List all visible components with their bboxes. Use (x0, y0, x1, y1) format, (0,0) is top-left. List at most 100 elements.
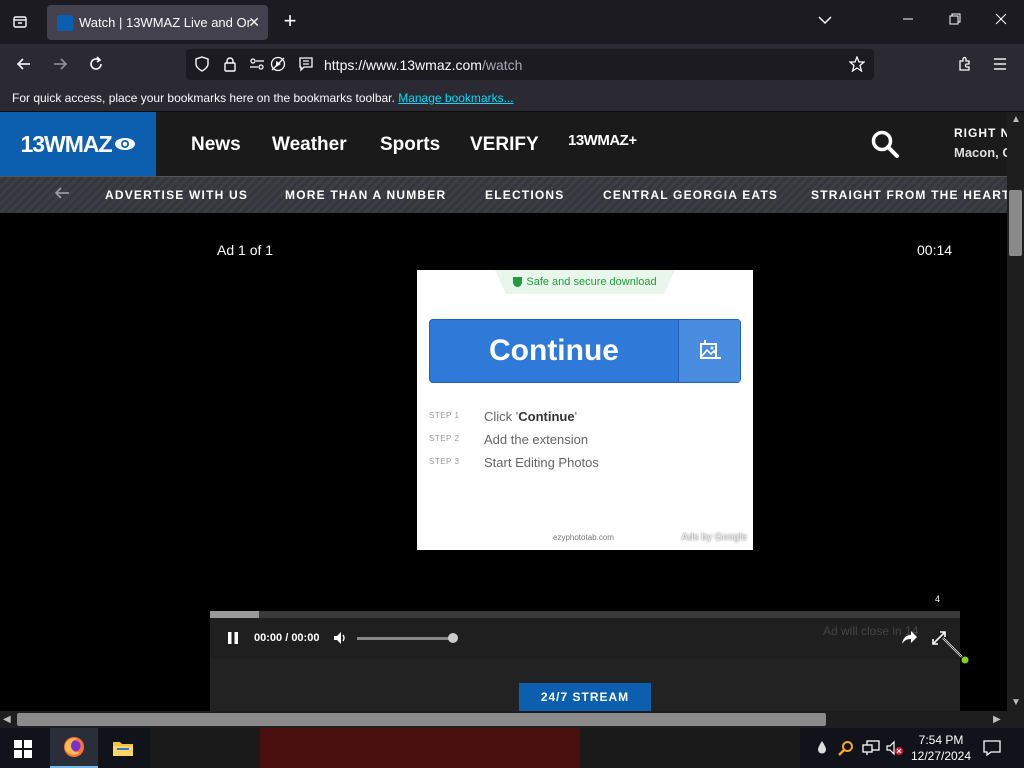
safe-download-badge: Safe and secure download (495, 270, 675, 294)
subnav-elections[interactable]: ELECTIONS (485, 188, 564, 202)
nav-weather[interactable]: Weather (272, 134, 347, 156)
bookmarks-prompt: For quick access, place your bookmarks h… (12, 91, 395, 105)
new-tab-button[interactable]: + (278, 10, 302, 34)
autoplay-blocked-icon[interactable] (270, 56, 286, 72)
site-favicon-icon (57, 14, 73, 31)
scroll-right-arrow-icon[interactable]: ▶ (993, 714, 1001, 725)
url-bar[interactable]: https://www.13wmaz.com/watch (186, 49, 874, 80)
lock-icon[interactable] (222, 56, 238, 72)
share-icon[interactable] (901, 630, 918, 650)
restore-window-button[interactable] (945, 12, 965, 28)
clock-time: 7:54 PM (918, 733, 964, 747)
reader-view-icon[interactable] (298, 56, 314, 72)
cbs-eye-icon (114, 138, 135, 150)
step-2-label: STEP 2 (429, 434, 460, 443)
step-1-text-pre: Click ' (484, 409, 519, 424)
extensions-icon[interactable] (953, 52, 977, 76)
list-all-tabs-icon[interactable] (815, 12, 835, 28)
time-total: 00:00 (291, 632, 320, 644)
progress-fill (210, 611, 259, 618)
horizontal-scrollbar[interactable]: ◀ ▶ (0, 711, 1007, 728)
subnav-central-georgia-eats[interactable]: CENTRAL GEORGIA EATS (603, 188, 778, 202)
url-path: /watch (481, 57, 523, 73)
volume-slider[interactable] (357, 637, 457, 640)
browser-tab-bar: Watch | 13WMAZ Live and On-Demand ✕ + (0, 0, 1024, 44)
ads-by-google[interactable]: Ads by Google (681, 532, 747, 543)
ad-creative[interactable]: Safe and secure download Continue STEP 1… (417, 270, 753, 550)
reload-button[interactable] (84, 52, 108, 76)
permissions-icon[interactable] (249, 56, 265, 72)
video-player[interactable]: Ad 1 of 1 00:14 Safe and secure download… (0, 213, 1007, 711)
network-icon[interactable] (862, 740, 880, 759)
taskbar-file-explorer[interactable] (99, 728, 147, 768)
progress-bar[interactable] (210, 611, 960, 618)
time-display: 00:00 / 00:00 (254, 632, 320, 644)
nav-news[interactable]: News (191, 134, 241, 156)
tracking-protection-shield-icon[interactable] (194, 56, 210, 72)
step-1-text-post: ' (574, 409, 578, 424)
player-controls: 00:00 / 00:00 Ad will close in 14 (210, 618, 970, 665)
shield-icon (513, 277, 523, 287)
url-text[interactable]: https://www.13wmaz.com/watch (324, 57, 522, 73)
taskbar-clock[interactable]: 7:54 PM 12/27/2024 (906, 732, 976, 764)
subnav-left-arrow-icon[interactable] (54, 184, 70, 205)
step-3-label: STEP 3 (429, 457, 460, 466)
taskbar-firefox[interactable] (50, 728, 98, 768)
subnav-advertise[interactable]: ADVERTISE WITH US (105, 188, 248, 202)
manage-bookmarks-link[interactable]: Manage bookmarks... (398, 91, 513, 105)
pause-icon[interactable] (226, 631, 240, 650)
windows-taskbar: 7:54 PM 12/27/2024 (0, 728, 1024, 768)
vertical-scroll-thumb[interactable] (1009, 190, 1022, 256)
step-1-label: STEP 1 (429, 411, 460, 420)
step-1-text-bold: Continue (518, 409, 575, 424)
scroll-left-arrow-icon[interactable]: ◀ (3, 714, 11, 725)
weather-right-now[interactable]: RIGHT N Macon, G (954, 126, 1013, 160)
close-window-button[interactable] (991, 12, 1011, 28)
windows-start-icon[interactable] (14, 740, 32, 758)
subnav-straight-from-the-heart[interactable]: STRAIGHT FROM THE HEART (811, 188, 1011, 202)
tray-search-icon[interactable] (838, 740, 854, 759)
scroll-up-arrow-icon[interactable]: ▲ (1011, 114, 1021, 125)
tab-list-icon[interactable] (6, 8, 34, 36)
below-player-area: 24/7 STREAM (210, 659, 960, 711)
app-menu-icon[interactable] (988, 52, 1012, 76)
search-icon[interactable] (870, 129, 900, 164)
stream-24-7-button[interactable]: 24/7 STREAM (519, 683, 651, 711)
site-header: 13WMAZ News Weather Sports VERIFY 13WMAZ… (0, 112, 1013, 176)
subnav-more-than-a-number[interactable]: MORE THAN A NUMBER (285, 188, 446, 202)
horizontal-scroll-thumb[interactable] (17, 713, 826, 726)
wmaz-plus-logo[interactable]: 13WMAZ+ (568, 132, 637, 149)
volume-icon[interactable] (333, 631, 349, 650)
browser-nav-bar: https://www.13wmaz.com/watch (0, 44, 1024, 84)
tray-droplet-icon[interactable] (817, 740, 827, 757)
bookmark-star-icon[interactable] (848, 55, 866, 73)
volume-muted-icon[interactable] (886, 740, 904, 759)
ad-countdown-timer: 00:14 (917, 242, 953, 258)
firefox-icon (64, 737, 84, 757)
ad-continue-button[interactable]: Continue (429, 319, 741, 383)
scroll-down-arrow-icon[interactable]: ▼ (1011, 697, 1021, 708)
time-current: 00:00 (254, 632, 283, 644)
photo-crop-icon (678, 320, 740, 382)
right-now-label: RIGHT N (954, 126, 1011, 140)
active-tab[interactable]: Watch | 13WMAZ Live and On-Demand ✕ (47, 5, 268, 40)
forward-button[interactable] (48, 52, 72, 76)
vertical-scrollbar[interactable]: ▲ ▼ (1007, 112, 1024, 711)
ad-domain: ezyphototab.com (553, 533, 614, 542)
scrollbar-corner (1007, 711, 1024, 728)
clock-date: 12/27/2024 (910, 749, 972, 763)
safe-download-text: Safe and secure download (526, 276, 657, 288)
nav-sports[interactable]: Sports (380, 134, 440, 156)
taskbar-wallpaper (150, 728, 800, 768)
notifications-icon[interactable] (983, 739, 1001, 760)
nav-verify[interactable]: VERIFY (470, 134, 539, 156)
right-now-location: Macon, G (954, 145, 1013, 160)
site-logo[interactable]: 13WMAZ (0, 112, 156, 176)
close-tab-icon[interactable]: ✕ (248, 14, 260, 31)
bookmarks-toolbar: For quick access, place your bookmarks h… (0, 84, 1024, 112)
volume-knob[interactable] (448, 633, 458, 643)
back-button[interactable] (12, 52, 36, 76)
tab-title: Watch | 13WMAZ Live and On-Demand (79, 15, 251, 30)
minimize-window-button[interactable] (898, 12, 918, 28)
continue-label: Continue (489, 334, 619, 367)
